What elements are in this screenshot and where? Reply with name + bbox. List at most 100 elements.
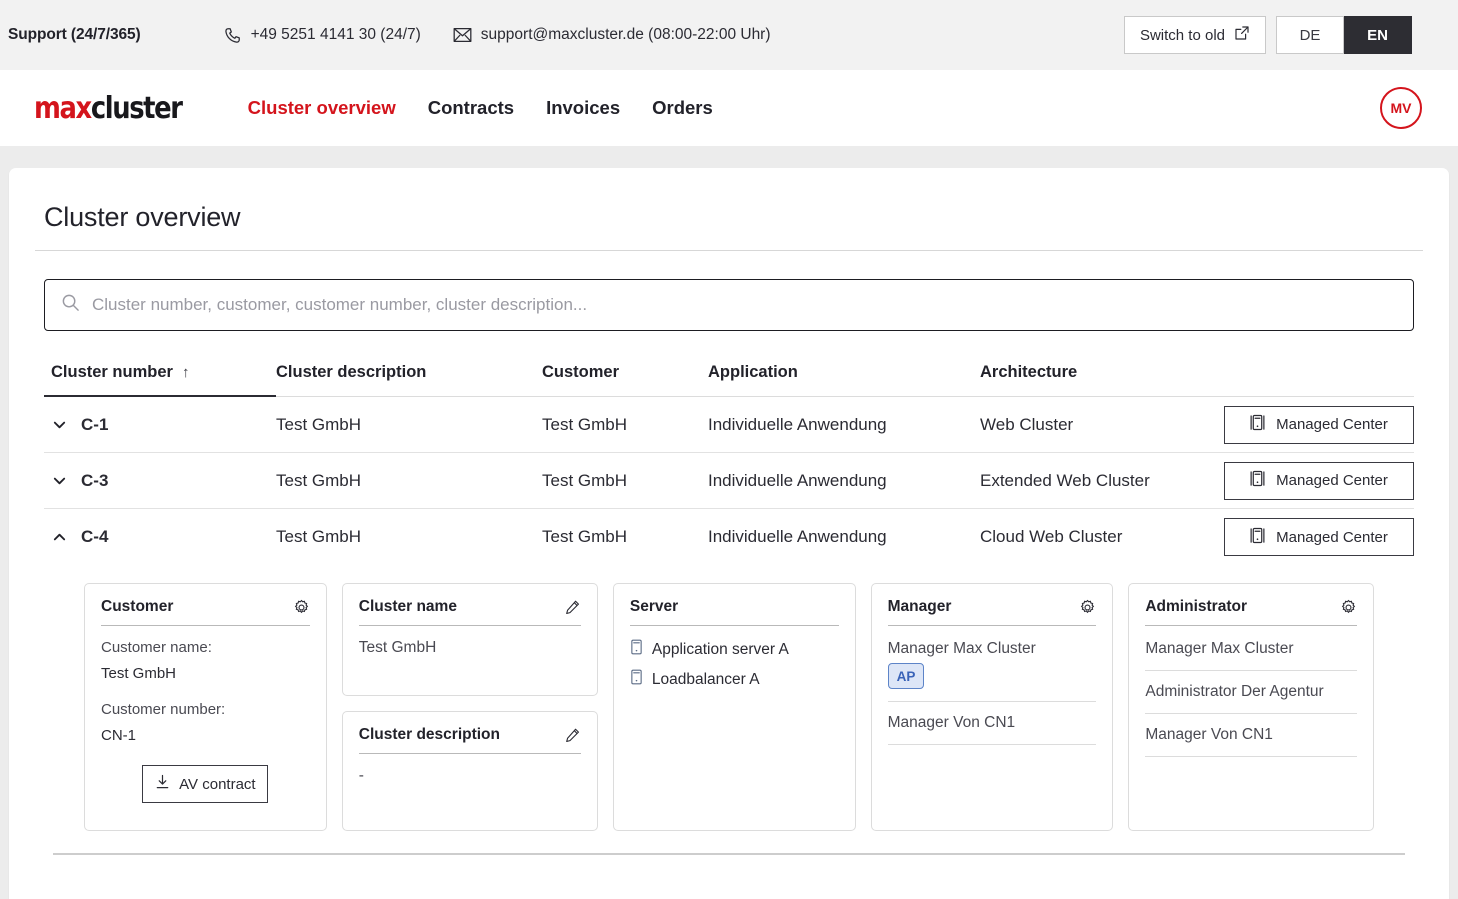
switch-to-old-label: Switch to old (1139, 26, 1225, 44)
server-card-divider (629, 625, 839, 626)
server-list-item[interactable]: Loadbalancer A (630, 669, 839, 690)
column-header-architecture[interactable]: Architecture (980, 363, 1414, 382)
maxcluster-logo[interactable]: maxcluster (34, 90, 183, 126)
row-cluster-number-cell: C-4 (44, 527, 276, 547)
managed-center-button[interactable]: Managed Center (1224, 518, 1414, 556)
cluster-description-value: - (358, 767, 364, 784)
row-application-cell: Individuelle Anwendung (708, 527, 887, 546)
cluster-table: Cluster number ↑ Cluster description Cus… (44, 363, 1414, 855)
row-cluster-number-cell: C-1 (44, 415, 276, 435)
server-icon (1250, 414, 1265, 435)
row-cluster-description-cell: Test GmbH (276, 527, 362, 546)
external-link-icon (1234, 25, 1250, 45)
language-option-de[interactable]: DE (1276, 16, 1344, 54)
support-bar: Support (24/7/365) +49 5251 4141 30 (24/… (0, 0, 1458, 70)
search-input[interactable] (92, 295, 1397, 315)
manager-entry-name: Manager Von CN1 (887, 714, 1016, 731)
cluster-description-card-header: Cluster description (359, 726, 581, 753)
logo-max: max (34, 90, 92, 126)
column-header-cluster-description[interactable]: Cluster description (276, 363, 542, 382)
column-header-customer[interactable]: Customer (542, 363, 708, 382)
gear-icon[interactable] (1340, 599, 1357, 616)
row-cluster-description-cell: Test GmbH (276, 414, 362, 434)
administrator-entry-name: Manager Max Cluster (1145, 640, 1294, 657)
manager-card-title: Manager (887, 598, 952, 615)
manager-badge[interactable]: AP (887, 663, 925, 689)
table-row[interactable]: C-4 Test GmbH Test GmbH Individuelle Anw… (44, 509, 1414, 565)
title-divider (35, 250, 1423, 251)
pencil-icon[interactable] (564, 599, 581, 616)
table-row[interactable]: C-3 Test GmbH Test GmbH Individuelle Anw… (44, 453, 1414, 509)
nav-item-cluster-overview[interactable]: Cluster overview (248, 97, 396, 119)
administrator-entry-divider (1145, 756, 1357, 757)
column-header-customer-label: Customer (542, 363, 620, 381)
switch-to-old-button[interactable]: Switch to old (1123, 16, 1266, 54)
row-customer-cell: Test GmbH (542, 414, 628, 434)
language-selector: DE EN (1276, 16, 1412, 54)
server-icon (1250, 470, 1265, 491)
chevron-down-icon[interactable] (51, 473, 67, 489)
language-option-en[interactable]: EN (1344, 16, 1412, 54)
cluster-description-card-divider (358, 753, 581, 754)
table-row[interactable]: C-1 Test GmbH Test GmbH Individuelle Anw… (44, 397, 1414, 453)
customer-number-label: Customer number: (101, 701, 226, 718)
nav-item-contracts[interactable]: Contracts (428, 97, 514, 119)
cluster-name-value: Test GmbH (358, 639, 437, 656)
customer-card-divider (101, 625, 310, 626)
topbar-right-controls: Switch to old DE EN (1123, 16, 1412, 54)
managed-center-button[interactable]: Managed Center (1224, 461, 1414, 500)
server-icon (1250, 527, 1265, 548)
cluster-name-card-divider (358, 625, 581, 626)
av-contract-button[interactable]: AV contract (142, 765, 269, 803)
cluster-description-card-title: Cluster description (358, 726, 500, 743)
search-bar[interactable] (44, 279, 1414, 331)
table-bottom-divider (53, 853, 1405, 855)
server-list-item-label: Application server A (651, 640, 789, 658)
managed-center-button[interactable]: Managed Center (1224, 405, 1414, 444)
column-header-cluster-number-label: Cluster number (51, 363, 173, 381)
cluster-name-card-header: Cluster name (359, 598, 581, 625)
page-content-card: Cluster overview Cluster number ↑ Cluste… (9, 168, 1449, 899)
gear-icon[interactable] (293, 599, 310, 616)
chevron-down-icon[interactable] (51, 417, 67, 433)
user-avatar[interactable]: MV (1380, 87, 1422, 129)
row-application-cell: Individuelle Anwendung (708, 470, 887, 490)
managed-center-label: Managed Center (1276, 528, 1388, 546)
customer-card-header: Customer (101, 598, 310, 625)
cluster-name-description-column: Cluster name Test GmbH Cluster descripti… (341, 583, 598, 831)
column-header-cluster-description-label: Cluster description (276, 363, 427, 381)
administrator-card-divider (1145, 625, 1357, 626)
manager-entry-name: Manager Max Cluster (887, 640, 1036, 657)
customer-name-label: Customer name: (101, 639, 212, 656)
column-header-application-label: Application (708, 363, 798, 381)
row-cluster-number-value: C-3 (81, 470, 109, 490)
chevron-up-icon[interactable] (51, 529, 67, 545)
row-cluster-number-value: C-4 (81, 527, 109, 546)
server-icon (630, 639, 643, 660)
column-header-cluster-number[interactable]: Cluster number ↑ (44, 363, 276, 382)
gear-icon[interactable] (1079, 599, 1096, 616)
av-contract-label: AV contract (179, 775, 256, 793)
customer-card-title: Customer (101, 598, 174, 615)
column-header-application[interactable]: Application (708, 363, 980, 382)
manager-entry-divider (887, 744, 1097, 745)
nav-links: Cluster overview Contracts Invoices Orde… (248, 97, 713, 119)
manager-entry-divider (887, 701, 1097, 702)
support-phone[interactable]: +49 5251 4141 30 (24/7) (223, 26, 421, 45)
table-header-row: Cluster number ↑ Cluster description Cus… (44, 363, 1414, 395)
server-list-item[interactable]: Application server A (630, 639, 839, 660)
server-card-title: Server (629, 598, 679, 615)
cluster-name-card-title: Cluster name (358, 598, 457, 615)
server-card: Server Application server A Loadbalancer… (612, 583, 856, 831)
download-icon (155, 774, 170, 794)
administrator-card: Administrator Manager Max Cluster Admini… (1128, 583, 1374, 831)
sort-ascending-icon: ↑ (181, 364, 190, 381)
nav-item-invoices[interactable]: Invoices (546, 97, 620, 119)
administrator-entry-divider (1145, 670, 1357, 671)
search-icon (61, 293, 80, 317)
pencil-icon[interactable] (564, 727, 581, 744)
manager-card: Manager Manager Max Cluster AP Manager V… (870, 583, 1114, 831)
support-label: Support (24/7/365) (8, 26, 141, 43)
nav-item-orders[interactable]: Orders (652, 97, 713, 119)
support-email[interactable]: support@maxcluster.de (08:00-22:00 Uhr) (453, 26, 771, 44)
